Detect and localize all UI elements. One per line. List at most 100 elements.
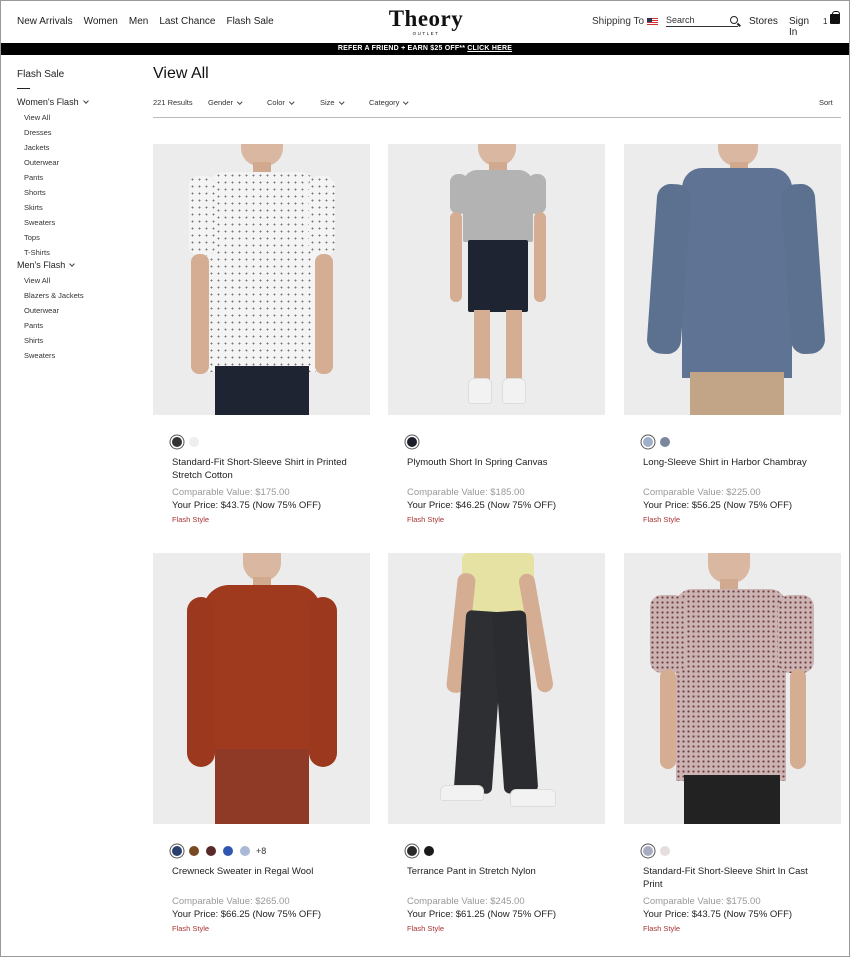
- color-swatches: [172, 436, 370, 448]
- filter-gender[interactable]: Gender: [208, 98, 243, 107]
- model-figure-part: [309, 597, 337, 767]
- sidebar-item-tops[interactable]: Tops: [17, 230, 137, 245]
- product-card[interactable]: Plymouth Short In Spring Canvas Comparab…: [388, 144, 605, 528]
- product-image[interactable]: [153, 553, 370, 824]
- color-swatch[interactable]: [172, 846, 182, 856]
- sort-button[interactable]: Sort: [819, 98, 833, 107]
- color-swatches: +8: [172, 845, 370, 857]
- product-name[interactable]: Standard-Fit Short-Sleeve Shirt In Cast …: [643, 865, 823, 891]
- promo-link[interactable]: CLICK HERE: [467, 45, 512, 52]
- your-price: Your Price: $43.75 (Now 75% OFF): [172, 500, 322, 511]
- sidebar-title[interactable]: Flash Sale: [17, 69, 137, 80]
- sidebar-item-skirts[interactable]: Skirts: [17, 200, 137, 215]
- product-name[interactable]: Plymouth Short In Spring Canvas: [407, 456, 587, 482]
- model-figure-part: [468, 240, 528, 312]
- mens-flash-toggle[interactable]: Men's Flash: [17, 260, 137, 270]
- model-figure-part: [215, 366, 309, 415]
- color-swatch[interactable]: [240, 846, 250, 856]
- chevron-down-icon: [82, 98, 89, 104]
- sign-in-link[interactable]: Sign In: [789, 16, 809, 38]
- filter-size[interactable]: Size: [320, 98, 344, 107]
- nav-last-chance[interactable]: Last Chance: [159, 16, 215, 27]
- sidebar-divider: [17, 88, 30, 89]
- sidebar-item-dresses[interactable]: Dresses: [17, 125, 137, 140]
- color-swatch[interactable]: [223, 846, 233, 856]
- product-image[interactable]: [624, 144, 841, 415]
- color-swatch[interactable]: [407, 846, 417, 856]
- search-input[interactable]: Search: [666, 15, 738, 27]
- product-card[interactable]: Long-Sleeve Shirt in Harbor Chambray Com…: [624, 144, 841, 528]
- nav-new-arrivals[interactable]: New Arrivals: [17, 16, 73, 27]
- model-figure-part: [468, 378, 492, 404]
- color-swatch[interactable]: [643, 437, 653, 447]
- search-icon[interactable]: [730, 16, 738, 24]
- nav-men[interactable]: Men: [129, 16, 148, 27]
- color-swatch[interactable]: [424, 846, 434, 856]
- product-name[interactable]: Terrance Pant in Stretch Nylon: [407, 865, 587, 891]
- sidebar-item-womens-view-all[interactable]: View All: [17, 110, 137, 125]
- filter-category[interactable]: Category: [369, 98, 409, 107]
- flash-style-badge: Flash Style: [172, 924, 210, 933]
- nav-women[interactable]: Women: [84, 16, 118, 27]
- sidebar-item-womens-outerwear[interactable]: Outerwear: [17, 155, 137, 170]
- color-swatch[interactable]: [206, 846, 216, 856]
- product-image[interactable]: [388, 144, 605, 415]
- product-image[interactable]: [624, 553, 841, 824]
- comparable-value: Comparable Value: $245.00: [407, 896, 525, 907]
- nav-flash-sale[interactable]: Flash Sale: [226, 16, 273, 27]
- flash-style-badge: Flash Style: [643, 924, 681, 933]
- color-swatch[interactable]: [660, 846, 670, 856]
- sidebar-item-jackets[interactable]: Jackets: [17, 140, 137, 155]
- color-swatch[interactable]: [660, 437, 670, 447]
- product-image[interactable]: [388, 553, 605, 824]
- filter-bar: 221 Results Gender Color Size Category S…: [153, 98, 841, 118]
- product-image[interactable]: [153, 144, 370, 415]
- page-title: View All: [153, 65, 209, 82]
- model-figure-part: [502, 378, 526, 404]
- sidebar-item-mens-view-all[interactable]: View All: [17, 273, 137, 288]
- filter-size-label: Size: [320, 98, 335, 107]
- model-figure-part: [528, 174, 546, 214]
- logo[interactable]: Theory OUTLET: [383, 7, 469, 37]
- product-card[interactable]: Standard-Fit Short-Sleeve Shirt in Print…: [153, 144, 370, 528]
- sidebar-item-mens-sweaters[interactable]: Sweaters: [17, 348, 137, 363]
- color-swatch[interactable]: [189, 437, 199, 447]
- model-figure-part: [203, 585, 321, 753]
- chevron-down-icon: [338, 99, 344, 104]
- shipping-selector[interactable]: Shipping To: [592, 16, 659, 27]
- model-figure-part: [187, 597, 215, 767]
- sidebar-item-blazers-jackets[interactable]: Blazers & Jackets: [17, 288, 137, 303]
- product-card[interactable]: +8 Crewneck Sweater in Regal Wool Compar…: [153, 553, 370, 937]
- model-figure-part: [682, 168, 792, 378]
- model-figure-part: [450, 212, 462, 302]
- product-name[interactable]: Long-Sleeve Shirt in Harbor Chambray: [643, 456, 823, 482]
- sidebar-item-t-shirts[interactable]: T-Shirts: [17, 245, 137, 260]
- product-card[interactable]: Standard-Fit Short-Sleeve Shirt In Cast …: [624, 553, 841, 937]
- product-name[interactable]: Standard-Fit Short-Sleeve Shirt in Print…: [172, 456, 352, 482]
- sidebar-item-mens-pants[interactable]: Pants: [17, 318, 137, 333]
- stores-link[interactable]: Stores: [749, 16, 778, 27]
- color-swatch[interactable]: [643, 846, 653, 856]
- search-placeholder: Search: [666, 15, 695, 25]
- sidebar-item-shorts[interactable]: Shorts: [17, 185, 137, 200]
- more-colors-link[interactable]: +8: [256, 846, 266, 856]
- sidebar-item-mens-outerwear[interactable]: Outerwear: [17, 303, 137, 318]
- model-figure-part: [778, 595, 814, 673]
- sidebar-item-womens-sweaters[interactable]: Sweaters: [17, 215, 137, 230]
- womens-flash-toggle[interactable]: Women's Flash: [17, 97, 137, 107]
- comparable-value: Comparable Value: $265.00: [172, 896, 290, 907]
- color-swatch[interactable]: [172, 437, 182, 447]
- filter-color-label: Color: [267, 98, 285, 107]
- sidebar-item-womens-pants[interactable]: Pants: [17, 170, 137, 185]
- product-card[interactable]: Terrance Pant in Stretch Nylon Comparabl…: [388, 553, 605, 937]
- color-swatch[interactable]: [407, 437, 417, 447]
- sidebar-item-shirts[interactable]: Shirts: [17, 333, 137, 348]
- model-figure-part: [315, 254, 333, 374]
- shopping-bag-icon[interactable]: [830, 11, 840, 24]
- logo-subtext: OUTLET: [412, 31, 440, 36]
- results-count: 221 Results: [153, 98, 193, 107]
- color-swatch[interactable]: [189, 846, 199, 856]
- product-name[interactable]: Crewneck Sweater in Regal Wool: [172, 865, 352, 891]
- filter-category-label: Category: [369, 98, 400, 107]
- filter-color[interactable]: Color: [267, 98, 295, 107]
